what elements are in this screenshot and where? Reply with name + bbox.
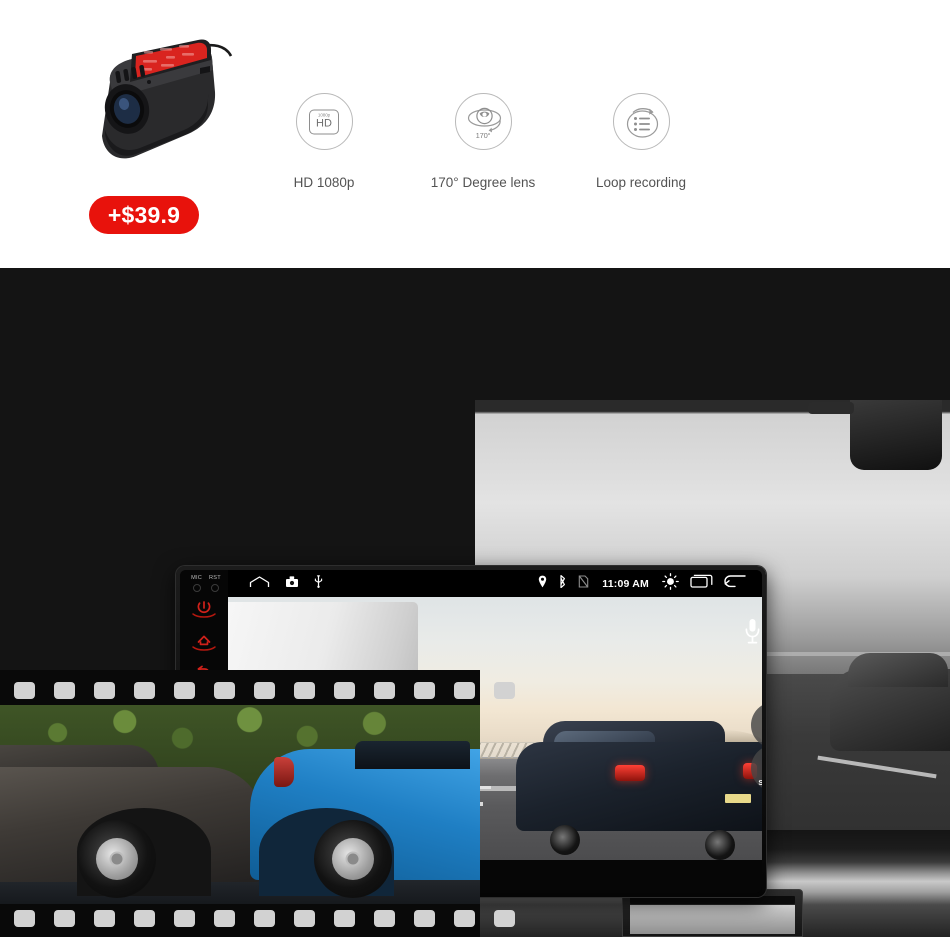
film-perforation <box>334 910 355 927</box>
film-perforation <box>94 682 115 699</box>
film-perforation <box>334 682 355 699</box>
location-icon <box>538 575 547 593</box>
features-panel: +$39.9 1080p HD HD 1080p 170° 170° Degre… <box>0 0 950 268</box>
loop-recording-icon <box>612 93 670 150</box>
film-perforation <box>254 910 275 927</box>
film-perforation <box>494 682 515 699</box>
film-perforation <box>174 682 195 699</box>
film-perforation <box>294 682 315 699</box>
film-perforations-top <box>0 680 515 701</box>
feature-loop-recording: Loop recording <box>566 93 716 190</box>
film-perforation <box>494 910 515 927</box>
power-button[interactable] <box>180 592 228 625</box>
feature-hd-1080p: 1080p HD HD 1080p <box>249 93 399 190</box>
feature-label: HD 1080p <box>293 175 355 190</box>
status-clock: 11:09 AM <box>602 577 649 590</box>
back-arrow-icon[interactable] <box>724 574 746 593</box>
camera-icon[interactable] <box>285 575 299 593</box>
brightness-icon[interactable] <box>662 572 679 595</box>
crash-video-thumbnail[interactable] <box>0 670 515 937</box>
price-badge: +$39.9 <box>89 196 199 234</box>
film-perforation <box>94 910 115 927</box>
hd-icon-main-text: HD <box>316 117 332 130</box>
price-badge-label: +$39.9 <box>107 201 181 228</box>
film-perforation <box>54 910 75 927</box>
dash-cam-product-image <box>80 30 240 170</box>
film-perforation <box>414 682 435 699</box>
film-perforation <box>374 910 395 927</box>
wide-angle-lens-icon: 170° <box>454 93 512 150</box>
showcase-section: MIC RST 11:09 AM S <box>0 268 950 937</box>
product-detail-page: +$39.9 1080p HD HD 1080p 170° 170° Degre… <box>0 0 950 937</box>
android-status-bar: 11:09 AM <box>228 570 762 597</box>
film-perforation <box>134 910 155 927</box>
home-icon[interactable] <box>249 575 270 593</box>
film-perforation <box>14 682 35 699</box>
sim-off-icon <box>578 574 589 593</box>
film-perforation <box>454 910 475 927</box>
film-perforation <box>254 682 275 699</box>
home-button[interactable] <box>180 625 228 658</box>
recents-icon[interactable] <box>690 574 713 593</box>
usb-icon[interactable] <box>314 574 323 593</box>
mic-port: MIC <box>191 575 202 592</box>
feature-wide-angle-lens: 170° 170° Degree lens <box>408 93 558 190</box>
microphone-icon[interactable] <box>744 618 761 649</box>
film-perforations-bottom <box>0 908 515 929</box>
film-perforation <box>374 682 395 699</box>
crash-photo <box>0 705 480 904</box>
film-perforation <box>214 910 235 927</box>
film-perforation <box>14 910 35 927</box>
film-perforation <box>54 682 75 699</box>
film-perforation <box>414 910 435 927</box>
film-perforation <box>214 682 235 699</box>
film-perforation <box>174 910 195 927</box>
film-perforation <box>134 682 155 699</box>
settings-button-label: Settings <box>758 777 762 787</box>
film-perforation <box>454 682 475 699</box>
feature-label: 170° Degree lens <box>430 175 536 190</box>
lens-degree-text: 170° <box>475 131 491 140</box>
hd-1080p-icon: 1080p HD <box>295 93 353 150</box>
feature-label: Loop recording <box>595 175 687 190</box>
bluetooth-icon <box>558 574 567 593</box>
film-perforation <box>294 910 315 927</box>
reset-port: RST <box>209 575 221 592</box>
